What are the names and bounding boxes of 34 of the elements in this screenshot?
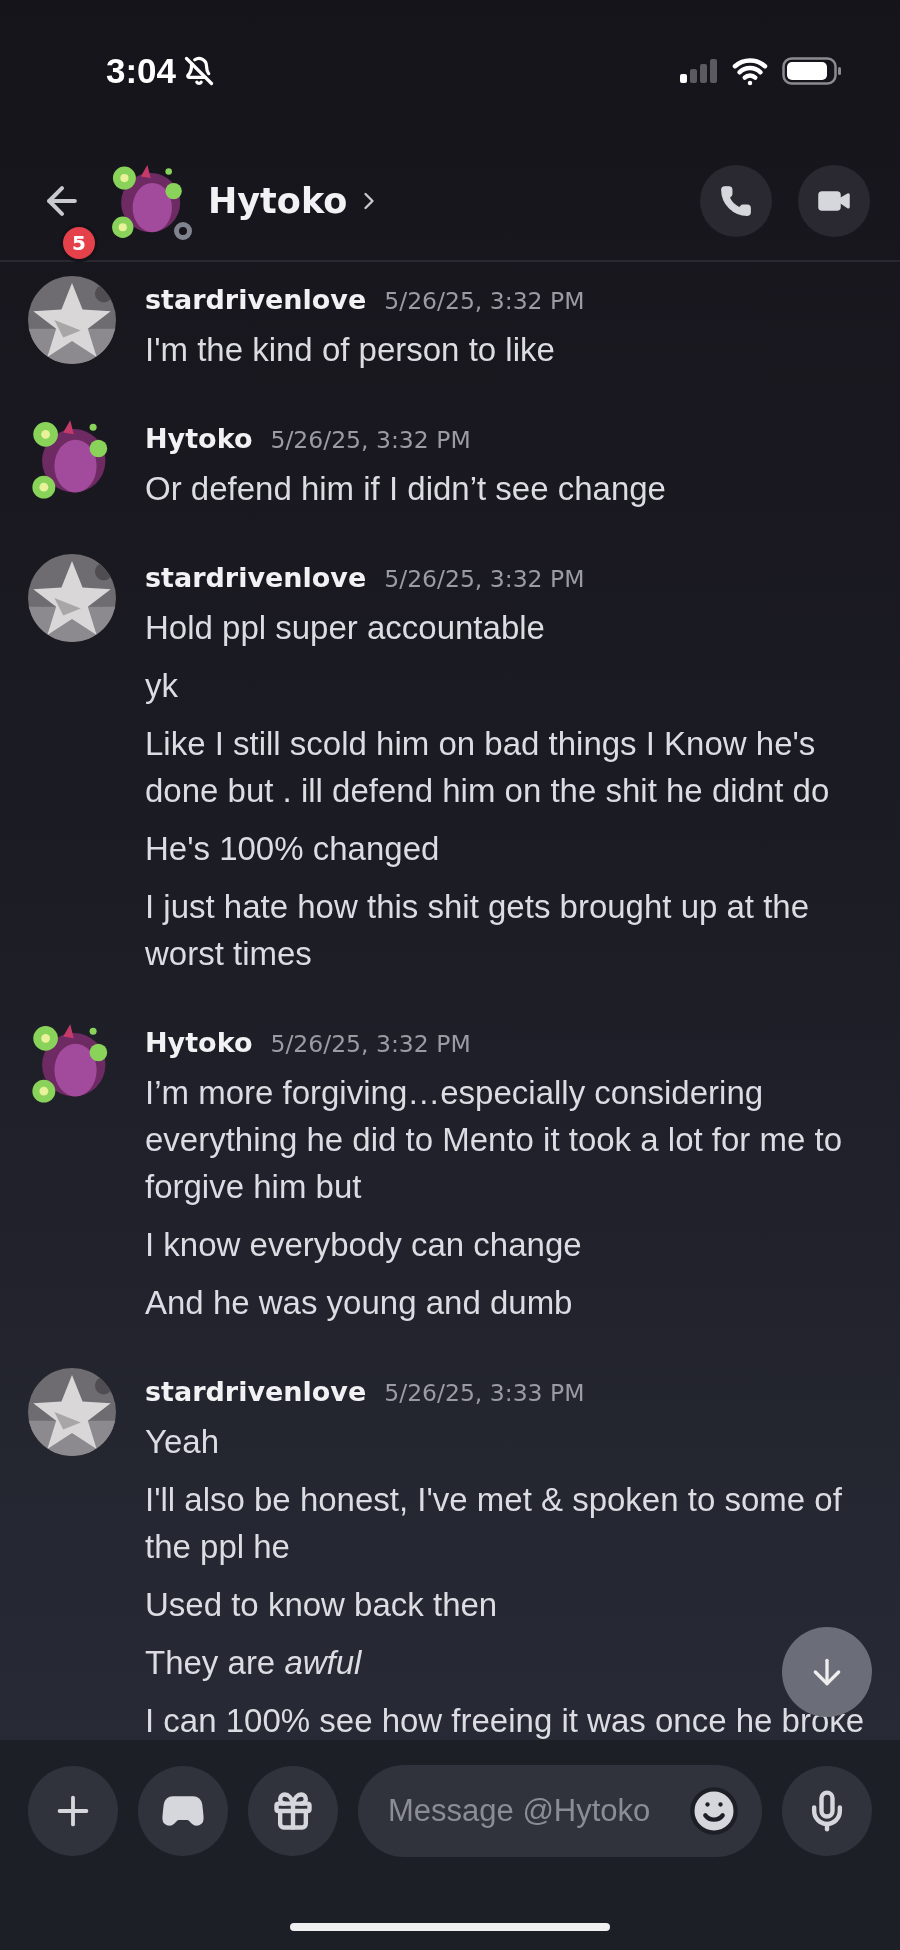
author-name[interactable]: Hytoko bbox=[145, 423, 253, 454]
message-text: Like I still scold him on bad things I Know he's done but . ill defend him on the shit he didnt do bbox=[145, 724, 831, 811]
author-name[interactable]: stardrivenlove bbox=[145, 284, 367, 315]
message-timestamp: 5/26/25, 3:33 PM bbox=[384, 1379, 585, 1407]
message-text: I'll also be honest, I've met & spoken to some of the ppl he bbox=[145, 1480, 843, 1567]
message-input[interactable]: Message @Hytoko bbox=[358, 1765, 762, 1857]
message-text: Hold ppl super accountable bbox=[145, 608, 545, 648]
signal-icon bbox=[680, 59, 718, 83]
muted-bell-icon bbox=[184, 56, 215, 86]
message-text: Used to know back then bbox=[145, 1585, 498, 1625]
message-timestamp: 5/26/25, 3:32 PM bbox=[270, 426, 471, 454]
message-text: yk bbox=[145, 666, 178, 706]
message-text: Yeah bbox=[145, 1422, 220, 1462]
message-text: And he was young and dumb bbox=[145, 1283, 573, 1323]
message-text: I just hate how this shit gets brought up at the worst times bbox=[145, 887, 811, 974]
phone-icon bbox=[719, 184, 753, 218]
contact-name[interactable]: Hytoko bbox=[208, 181, 384, 221]
message-text: I'm the kind of person to like bbox=[145, 330, 555, 370]
unread-badge: 5 bbox=[60, 224, 98, 262]
offline-status-icon bbox=[174, 222, 192, 240]
message-timestamp: 5/26/25, 3:32 PM bbox=[270, 1030, 471, 1058]
battery-icon bbox=[782, 57, 842, 85]
message-text: They are awful bbox=[145, 1643, 362, 1683]
message-timestamp: 5/26/25, 3:32 PM bbox=[384, 565, 585, 593]
message-text: Or defend him if I didn’t see change bbox=[145, 469, 666, 509]
author-name[interactable]: Hytoko bbox=[145, 1027, 253, 1058]
message-text: I know everybody can change bbox=[145, 1225, 582, 1265]
message-text: He's 100% changed bbox=[145, 829, 440, 869]
author-name[interactable]: stardrivenlove bbox=[145, 1376, 367, 1407]
clock-time: 3:04 bbox=[106, 51, 177, 91]
author-name[interactable]: stardrivenlove bbox=[145, 562, 367, 593]
message-text: I’m more forgiving…especially considering everything he did to Mento it took a lot for me to forgive him but bbox=[145, 1073, 844, 1207]
message-timestamp: 5/26/25, 3:32 PM bbox=[384, 287, 585, 315]
gift-icon bbox=[271, 1789, 315, 1833]
